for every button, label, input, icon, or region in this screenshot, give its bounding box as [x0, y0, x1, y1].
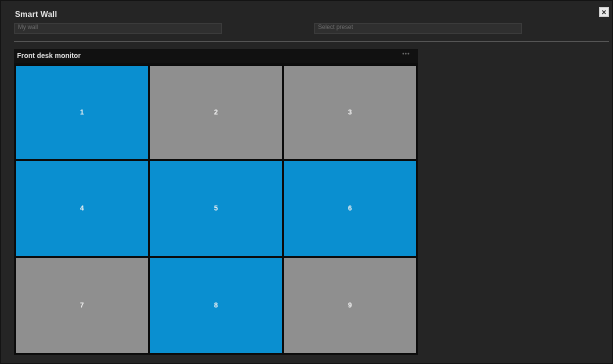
wall-select-value: My wall: [18, 25, 39, 31]
monitor-tile[interactable]: 4: [15, 160, 149, 257]
monitor-tile-number: 7: [80, 302, 84, 309]
monitor-tile[interactable]: 8: [149, 257, 283, 354]
preset-select[interactable]: Select preset: [314, 23, 522, 34]
monitor-tile-number: 4: [80, 205, 84, 212]
monitor-tile[interactable]: 7: [15, 257, 149, 354]
monitor-tile-number: 5: [214, 205, 218, 212]
monitor-tile-number: 3: [348, 109, 352, 116]
header-divider: [14, 41, 609, 42]
monitor-tile[interactable]: 3: [283, 65, 417, 160]
monitor-menu-button[interactable]: •••: [402, 52, 410, 58]
wall-select[interactable]: My wall: [14, 23, 222, 34]
panel-title: Smart Wall: [15, 10, 58, 19]
monitor-tile[interactable]: 6: [283, 160, 417, 257]
close-button[interactable]: ×: [599, 7, 609, 17]
monitor-tile[interactable]: 9: [283, 257, 417, 354]
monitor-tile-number: 9: [348, 302, 352, 309]
monitor-header: Front desk monitor •••: [14, 49, 418, 63]
preset-select-placeholder: Select preset: [318, 25, 354, 31]
monitor-tile-grid: 1 2 3 4 5 6 7 8 9: [15, 65, 417, 354]
monitor-tile[interactable]: 1: [15, 65, 149, 160]
monitor-tile-number: 8: [214, 302, 218, 309]
monitor-name: Front desk monitor: [17, 53, 81, 60]
monitor-view: Front desk monitor ••• 1 2 3 4 5 6 7 8 9: [14, 49, 418, 355]
monitor-tile-number: 1: [80, 109, 84, 116]
monitor-tile[interactable]: 2: [149, 65, 283, 160]
smart-wall-panel: Smart Wall × My wall Select preset Front…: [0, 0, 613, 364]
monitor-tile[interactable]: 5: [149, 160, 283, 257]
monitor-tile-number: 6: [348, 205, 352, 212]
monitor-tile-number: 2: [214, 109, 218, 116]
